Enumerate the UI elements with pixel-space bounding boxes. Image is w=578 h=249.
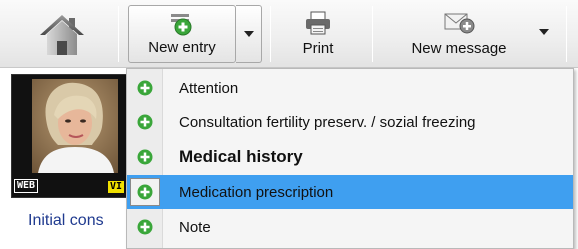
- menu-item-label: Consultation fertility preserv. / sozial…: [179, 113, 476, 131]
- new-entry-button[interactable]: New entry: [128, 5, 236, 63]
- toolbar-separator: [118, 6, 119, 62]
- toolbar: New entry Print New message: [0, 0, 578, 68]
- home-button[interactable]: [18, 6, 106, 64]
- new-message-icon: [444, 13, 475, 34]
- chevron-down-icon: [243, 31, 254, 37]
- menu-item-medical-history[interactable]: Medical history: [127, 140, 573, 174]
- web-badge: WEB: [14, 179, 39, 193]
- new-entry-icon: [171, 14, 192, 36]
- menu-item-medication-prescription[interactable]: Medication prescription: [127, 175, 573, 209]
- menu-item-label: Medication prescription: [179, 183, 334, 201]
- print-label: Print: [302, 40, 334, 57]
- new-entry-menu: Attention Consultation fertility preserv…: [126, 68, 574, 249]
- new-entry-dropdown-button[interactable]: [236, 5, 262, 63]
- plus-circle-icon: [137, 80, 153, 96]
- initial-consultation-link[interactable]: Initial cons: [28, 212, 104, 230]
- plus-circle-icon: [137, 149, 153, 165]
- plus-circle-icon: [137, 184, 153, 200]
- avatar[interactable]: WEB VI: [11, 74, 131, 198]
- patient-photo: [32, 79, 118, 173]
- toolbar-separator: [270, 6, 271, 62]
- toolbar-separator: [566, 6, 567, 62]
- menu-item-note[interactable]: Note: [127, 210, 573, 244]
- chevron-down-icon: [539, 29, 549, 35]
- app-window: New entry Print New message WEB VI Initi…: [0, 0, 578, 249]
- menu-item-label: Note: [179, 218, 211, 236]
- menu-item-consultation-fertility[interactable]: Consultation fertility preserv. / sozial…: [127, 105, 573, 139]
- new-message-label: New message: [411, 40, 507, 57]
- new-message-dropdown-button[interactable]: [534, 22, 554, 42]
- print-button[interactable]: Print: [278, 5, 358, 63]
- home-icon: [40, 15, 84, 55]
- menu-item-attention[interactable]: Attention: [127, 71, 573, 105]
- menu-item-label: Attention: [179, 79, 239, 97]
- vip-badge: VI: [108, 181, 125, 193]
- new-entry-label: New entry: [148, 39, 216, 56]
- printer-icon: [306, 11, 330, 35]
- plus-circle-icon: [137, 219, 153, 235]
- menu-item-label: Medical history: [179, 147, 303, 166]
- plus-circle-icon: [137, 114, 153, 130]
- new-message-button[interactable]: New message: [384, 5, 534, 63]
- patient-panel: WEB VI Initial cons: [0, 68, 131, 249]
- toolbar-separator: [372, 6, 373, 62]
